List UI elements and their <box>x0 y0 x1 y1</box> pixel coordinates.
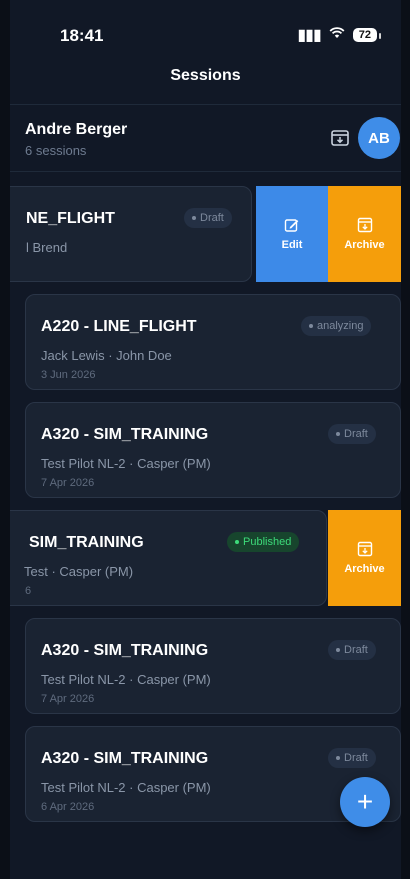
status-badge: Draft <box>328 424 376 444</box>
profile-divider <box>10 171 401 172</box>
session-card[interactable]: SIM_TRAINING Test · Casper (PM) 6 Publis… <box>10 510 327 606</box>
edit-button[interactable]: Edit <box>256 186 328 282</box>
status-time: 18:41 <box>60 26 104 45</box>
profile-name: Andre Berger <box>25 121 128 138</box>
status-badge: analyzing <box>301 316 372 336</box>
session-title: NE_FLIGHT <box>26 210 115 227</box>
session-date: 6 Apr 2026 <box>41 801 95 813</box>
status-badge: Draft <box>328 640 376 660</box>
session-crew: Jack Lewis · John Doe <box>41 348 172 363</box>
status-badge: Published <box>227 532 300 552</box>
battery-icon: 72 <box>352 28 382 42</box>
status-badge-label: Draft <box>344 428 368 440</box>
add-session-button[interactable]: + <box>340 777 390 827</box>
plus-icon: + <box>356 786 374 817</box>
session-crew: Test Pilot NL-2 · Casper (PM) <box>41 780 211 795</box>
session-date: 3 Jun 2026 <box>41 369 96 381</box>
profile-header: Andre Berger 6 sessions AB <box>10 105 401 171</box>
session-title: SIM_TRAINING <box>29 534 144 551</box>
sessions-screen: 18:41 ▮▮▮ 72 Sessions Andre Berger 6 ses… <box>10 0 401 879</box>
session-date: 7 Apr 2026 <box>41 477 95 489</box>
session-crew: Test · Casper (PM) <box>24 564 134 579</box>
session-date: 7 Apr 2026 <box>41 693 95 705</box>
avatar[interactable]: AB <box>358 117 400 159</box>
session-crew: Test Pilot NL-2 · Casper (PM) <box>41 672 211 687</box>
status-icons: ▮▮▮ 72 <box>297 25 382 45</box>
page-title: Sessions <box>170 67 241 84</box>
status-badge-label: Published <box>243 536 292 548</box>
session-title: A320 - SIM_TRAINING <box>41 750 209 767</box>
session-date: 6 <box>25 585 32 597</box>
status-badge: Draft <box>328 748 376 768</box>
session-title: A320 - SIM_TRAINING <box>41 426 209 443</box>
wifi-icon <box>329 26 345 44</box>
session-title: A320 - SIM_TRAINING <box>41 642 209 659</box>
archive-button[interactable]: Archive <box>328 186 401 282</box>
session-crew: Test Pilot NL-2 · Casper (PM) <box>41 456 211 471</box>
status-badge-label: Draft <box>344 644 368 656</box>
archive-box-icon[interactable] <box>330 129 350 147</box>
archive-button-label: Archive <box>344 239 385 251</box>
status-badge-label: Draft <box>200 212 224 224</box>
status-badge: Draft <box>184 208 232 228</box>
status-badge-label: analyzing <box>317 320 364 332</box>
session-card[interactable]: A220 - LINE_FLIGHT Jack Lewis · John Doe… <box>25 294 401 390</box>
edit-icon <box>284 217 300 233</box>
session-title: A220 - LINE_FLIGHT <box>41 318 197 335</box>
archive-box-icon <box>357 217 373 233</box>
status-badge-label: Draft <box>344 752 368 764</box>
session-card[interactable]: A320 - SIM_TRAINING Test Pilot NL-2 · Ca… <box>25 618 401 714</box>
edit-button-label: Edit <box>281 239 303 251</box>
session-card[interactable]: NE_FLIGHT l Brend Draft <box>10 186 252 282</box>
archive-box-icon <box>357 541 373 557</box>
session-card[interactable]: A320 - SIM_TRAINING Test Pilot NL-2 · Ca… <box>25 402 401 498</box>
archive-button-label: Archive <box>344 563 385 575</box>
profile-session-count: 6 sessions <box>25 143 87 158</box>
cellular-signal-icon: ▮▮▮ <box>297 27 321 44</box>
archive-button[interactable]: Archive <box>328 510 401 606</box>
session-crew: l Brend <box>26 240 68 255</box>
status-bar: 18:41 ▮▮▮ 72 <box>10 0 401 58</box>
